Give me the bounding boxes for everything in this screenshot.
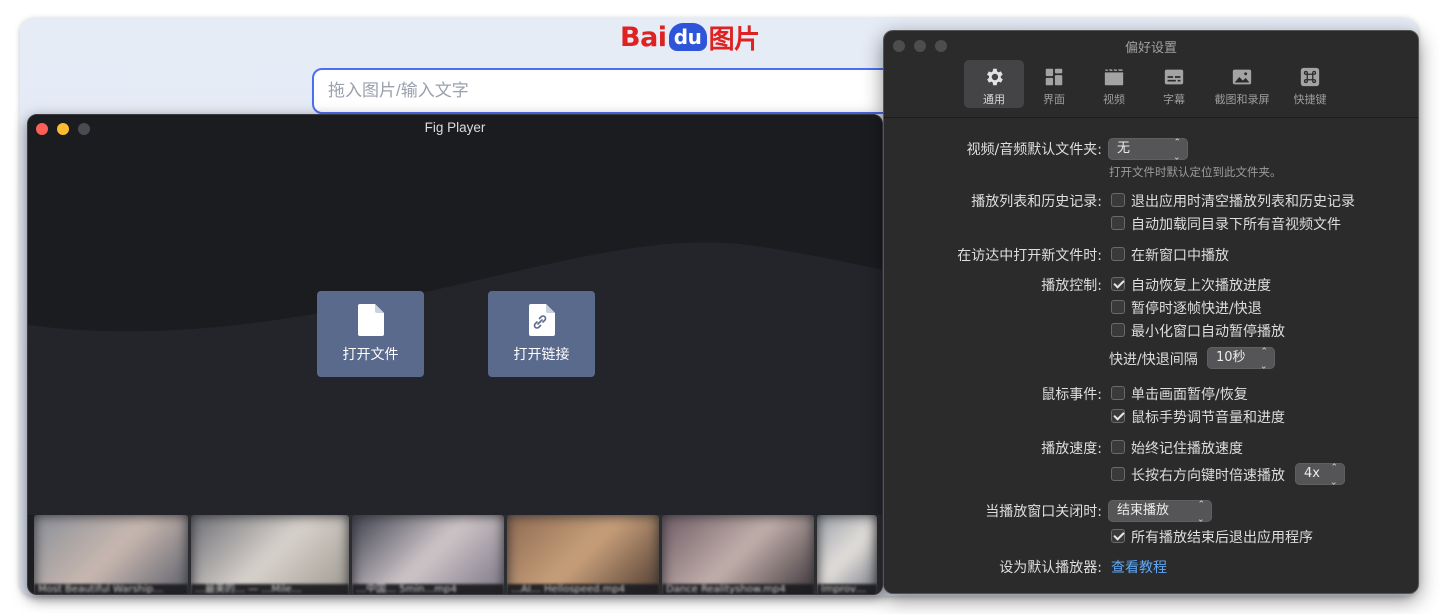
thumbnail-image <box>817 515 877 594</box>
file-icon <box>357 304 384 336</box>
tab-shortcuts[interactable]: 快捷键 <box>1280 60 1340 108</box>
new-window-label: 在新窗口中播放 <box>1131 248 1229 264</box>
clear-playlist-label: 退出应用时清空播放列表和历史记录 <box>1131 194 1355 210</box>
photo-icon <box>1232 69 1252 85</box>
updown-chevron-icon: ⌃ ⌃ <box>1330 463 1338 485</box>
remember-speed-label: 始终记住播放速度 <box>1131 441 1243 457</box>
tab-subtitle[interactable]: 字幕 <box>1144 60 1204 108</box>
click-pause-label: 单击画面暂停/恢复 <box>1131 387 1248 403</box>
link-file-icon <box>528 304 555 336</box>
thumbnail-caption: …AI… Hellospeed.mp4 <box>507 584 659 594</box>
general-settings-panel: 视频/音频默认文件夹: 无 ⌃ ⌃ 打开文件时默认定位到此文件夹。 播放列表和历史… <box>884 118 1418 593</box>
on-close-value: 结束播放 <box>1117 503 1170 518</box>
thumbnail-image <box>352 515 504 594</box>
new-window-checkbox[interactable] <box>1111 247 1125 261</box>
tab-screenshot-label: 截图和录屏 <box>1214 93 1270 106</box>
frame-step-checkbox[interactable] <box>1111 300 1125 314</box>
layout-icon <box>1045 68 1063 86</box>
default-folder-select[interactable]: 无 ⌃ ⌃ <box>1108 138 1188 160</box>
tab-video-label: 视频 <box>1103 93 1125 106</box>
seek-interval-value: 10秒 <box>1216 350 1246 365</box>
recent-thumbnails: Most Beautiful Warship… …最美的… — …Mile… …中国… <box>34 515 882 594</box>
on-close-label: 当播放窗口关闭时: <box>985 504 1102 520</box>
open-link-label: 打开链接 <box>513 347 570 363</box>
default-folder-label: 视频/音频默认文件夹: <box>966 142 1102 158</box>
autoload-folder-checkbox[interactable] <box>1111 216 1125 230</box>
updown-chevron-icon: ⌃ ⌃ <box>1197 500 1205 522</box>
speed-multiplier-value: 4x <box>1304 466 1320 481</box>
view-tutorial-link[interactable]: 查看教程 <box>1111 557 1167 577</box>
quit-after-playback-label: 所有播放结束后退出应用程序 <box>1131 530 1313 546</box>
click-pause-checkbox[interactable] <box>1111 386 1125 400</box>
thumbnail-caption: …最美的… — …Mile… <box>191 584 349 594</box>
resume-progress-label: 自动恢复上次播放进度 <box>1131 278 1271 294</box>
open-link-button[interactable]: 打开链接 <box>488 291 595 377</box>
open-file-label: 打开文件 <box>342 347 399 363</box>
default-folder-value: 无 <box>1117 141 1131 156</box>
video-thumbnail[interactable]: Dance Realityshow.mp4 <box>662 515 814 594</box>
playback-control-label: 播放控制: <box>1041 278 1102 294</box>
gear-icon <box>987 68 1003 86</box>
frame-step-label: 暂停时逐帧快进/快退 <box>1131 301 1262 317</box>
tab-general-label: 通用 <box>983 93 1005 106</box>
tab-general[interactable]: 通用 <box>964 60 1024 108</box>
preferences-toolbar: 通用 界面 视频 字幕 截图和录屏 快捷键 <box>964 60 1340 110</box>
baidu-logo[interactable]: Bai du 图片 <box>620 20 761 55</box>
remember-speed-checkbox[interactable] <box>1111 440 1125 454</box>
tab-interface[interactable]: 界面 <box>1024 60 1084 108</box>
command-key-icon <box>1300 67 1320 87</box>
minimize-pause-label: 最小化窗口自动暂停播放 <box>1131 324 1285 340</box>
thumbnail-caption: Most Beautiful Warship… <box>34 584 188 594</box>
tab-shortcuts-label: 快捷键 <box>1293 93 1327 106</box>
mouse-events-label: 鼠标事件: <box>1041 387 1102 403</box>
thumbnail-caption: …中国… 5min…mp4 <box>352 584 504 594</box>
video-thumbnail[interactable]: …AI… Hellospeed.mp4 <box>507 515 659 594</box>
clear-playlist-checkbox[interactable] <box>1111 193 1125 207</box>
thumbnail-image <box>34 515 188 594</box>
resume-progress-checkbox[interactable] <box>1111 277 1125 291</box>
finder-label: 在访达中打开新文件时: <box>957 248 1102 264</box>
default-player-label: 设为默认播放器: <box>999 560 1102 576</box>
quit-after-playback-checkbox[interactable] <box>1111 529 1125 543</box>
tab-video[interactable]: 视频 <box>1084 60 1144 108</box>
thumbnail-image <box>662 515 814 594</box>
thumbnail-caption: Dance Realityshow.mp4 <box>662 584 814 594</box>
hold-arrow-speed-label: 长按右方向键时倍速播放 <box>1131 468 1285 484</box>
thumbnail-image <box>507 515 659 594</box>
film-icon <box>1104 68 1124 86</box>
video-thumbnail[interactable]: Most Beautiful Warship… <box>34 515 188 594</box>
playlist-label: 播放列表和历史记录: <box>971 194 1102 210</box>
mouse-gesture-checkbox[interactable] <box>1111 409 1125 423</box>
hold-arrow-speed-checkbox[interactable] <box>1111 467 1125 481</box>
minimize-pause-checkbox[interactable] <box>1111 323 1125 337</box>
mouse-gesture-label: 鼠标手势调节音量和进度 <box>1131 410 1285 426</box>
video-thumbnail[interactable]: …中国… 5min…mp4 <box>352 515 504 594</box>
on-close-select[interactable]: 结束播放 ⌃ ⌃ <box>1108 500 1212 522</box>
seek-interval-select[interactable]: 10秒 ⌃ ⌃ <box>1207 347 1275 369</box>
logo-pic-text: 图片 <box>708 24 761 55</box>
player-title: Fig Player <box>424 120 486 135</box>
seek-interval-label: 快进/快退间隔 <box>1109 352 1198 368</box>
video-thumbnail[interactable]: Improv… <box>817 515 877 594</box>
playback-speed-label: 播放速度: <box>1041 441 1102 457</box>
thumbnail-image <box>191 515 349 594</box>
open-file-button[interactable]: 打开文件 <box>317 291 424 377</box>
updown-chevron-icon: ⌃ ⌃ <box>1173 138 1181 160</box>
autoload-folder-label: 自动加载同目录下所有音视频文件 <box>1131 217 1341 233</box>
speed-multiplier-select[interactable]: 4x ⌃ ⌃ <box>1295 463 1345 485</box>
thumbnail-caption: Improv… <box>817 584 877 594</box>
video-thumbnail[interactable]: …最美的… — …Mile… <box>191 515 349 594</box>
background-wave <box>28 115 882 515</box>
preferences-title: 偏好设置 <box>1124 41 1177 56</box>
tab-screenshot[interactable]: 截图和录屏 <box>1204 60 1280 108</box>
tab-interface-label: 界面 <box>1043 93 1065 106</box>
logo-bai-text: Bai <box>620 21 667 53</box>
logo-du-text: du <box>668 23 707 51</box>
tab-subtitle-label: 字幕 <box>1163 93 1185 106</box>
updown-chevron-icon: ⌃ ⌃ <box>1260 347 1268 369</box>
fig-player-window: Fig Player 打开文件 打开链接 Most Beautiful Wars… <box>27 114 883 595</box>
subtitle-icon <box>1164 69 1184 85</box>
preferences-window: 偏好设置 通用 界面 视频 字幕 截图和录屏 快捷键 视频/音频默认文件夹: 无… <box>883 30 1419 594</box>
default-folder-hint: 打开文件时默认定位到此文件夹。 <box>1109 165 1282 179</box>
